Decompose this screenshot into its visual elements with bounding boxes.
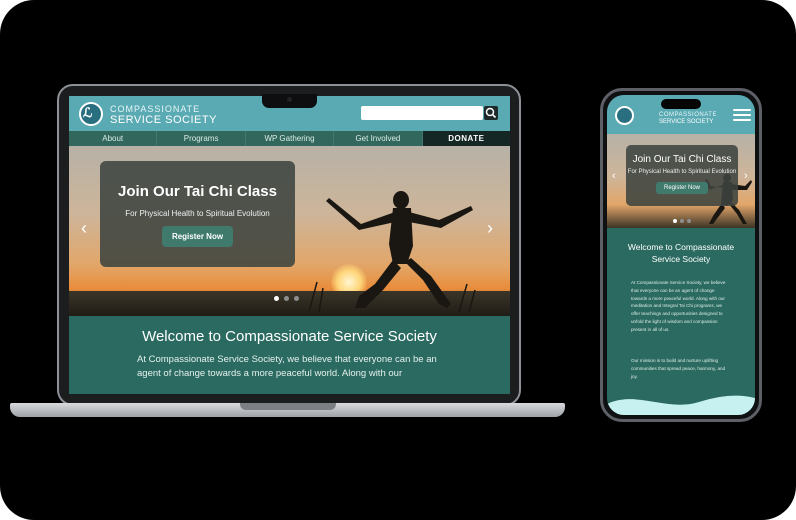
mobile-welcome-text: At Compassionate Service Society, we bel… xyxy=(631,280,726,332)
device-mockup-stage: ℒ COMPASSIONATE SERVICE SOCIETY About Pr… xyxy=(0,0,796,520)
mobile-hero-carousel: Join Our Tai Chi Class For Physical Heal… xyxy=(607,134,755,228)
laptop-screen: ℒ COMPASSIONATE SERVICE SOCIETY About Pr… xyxy=(69,96,510,394)
main-nav: About Programs WP Gathering Get Involved… xyxy=(69,131,510,146)
mobile-carousel-dot-1[interactable] xyxy=(673,219,677,223)
carousel-prev-icon[interactable]: ‹ xyxy=(81,218,87,239)
register-now-button[interactable]: Register Now xyxy=(161,226,234,247)
carousel-dots xyxy=(274,296,299,301)
mobile-hero-card: Join Our Tai Chi Class For Physical Heal… xyxy=(626,145,738,206)
mobile-site-name-line2[interactable]: SERVICE SOCIETY xyxy=(659,119,713,125)
mobile-carousel-dot-2[interactable] xyxy=(680,219,684,223)
dynamic-island xyxy=(661,99,701,109)
tai-chi-silhouette xyxy=(309,191,476,313)
search-icon xyxy=(485,107,497,119)
camera-notch xyxy=(262,94,317,108)
carousel-next-icon[interactable]: › xyxy=(487,218,493,239)
nav-item-get-involved[interactable]: Get Involved xyxy=(334,131,423,146)
mobile-hero-title: Join Our Tai Chi Class xyxy=(632,154,732,165)
donate-button[interactable]: DONATE xyxy=(422,131,510,146)
carousel-dot-2[interactable] xyxy=(284,296,289,301)
nav-item-programs[interactable]: Programs xyxy=(157,131,246,146)
mobile-welcome-title: Welcome to Compassionate Service Society xyxy=(627,242,735,264)
laptop-frame: ℒ COMPASSIONATE SERVICE SOCIETY About Pr… xyxy=(57,84,521,406)
carousel-dot-3[interactable] xyxy=(294,296,299,301)
mobile-footer-wave xyxy=(607,395,755,415)
hero-card: Join Our Tai Chi Class For Physical Heal… xyxy=(100,161,295,267)
mobile-site-name-line1[interactable]: COMPASSIONATE xyxy=(659,112,717,118)
mobile-carousel-prev-icon[interactable]: ‹ xyxy=(612,170,616,182)
logo-icon[interactable]: ℒ xyxy=(79,102,103,126)
carousel-dot-1[interactable] xyxy=(274,296,279,301)
mobile-mission-text: Our mission is to build and nurture upli… xyxy=(631,358,726,379)
mobile-register-now-button[interactable]: Register Now xyxy=(655,182,708,194)
nav-item-wp-gathering[interactable]: WP Gathering xyxy=(246,131,335,146)
welcome-title: Welcome to Compassionate Service Society xyxy=(142,328,437,345)
search-button[interactable] xyxy=(484,106,498,120)
hero-carousel: Join Our Tai Chi Class For Physical Heal… xyxy=(69,146,510,316)
search-input[interactable] xyxy=(361,106,483,120)
mobile-hero-subtitle: For Physical Health to Spiritual Evoluti… xyxy=(627,169,737,175)
mobile-carousel-next-icon[interactable]: › xyxy=(744,170,748,182)
nav-item-about[interactable]: About xyxy=(69,131,158,146)
site-name-line1[interactable]: COMPASSIONATE xyxy=(110,104,200,114)
site-name-line2[interactable]: SERVICE SOCIETY xyxy=(110,114,217,126)
mobile-carousel-dots xyxy=(673,219,691,223)
phone-screen: COMPASSIONATE SERVICE SOCIETY Join Our T… xyxy=(607,95,755,415)
hamburger-menu-icon[interactable] xyxy=(733,109,751,122)
mobile-logo-icon[interactable] xyxy=(615,106,634,125)
logo-mark: ℒ xyxy=(83,105,93,120)
hero-title: Join Our Tai Chi Class xyxy=(118,183,277,200)
welcome-text: At Compassionate Service Society, we bel… xyxy=(137,354,437,379)
laptop-opening-groove xyxy=(240,403,336,410)
mobile-carousel-dot-3[interactable] xyxy=(687,219,691,223)
hero-subtitle: For Physical Health to Spiritual Evoluti… xyxy=(125,209,270,218)
phone-frame: COMPASSIONATE SERVICE SOCIETY Join Our T… xyxy=(600,88,762,422)
